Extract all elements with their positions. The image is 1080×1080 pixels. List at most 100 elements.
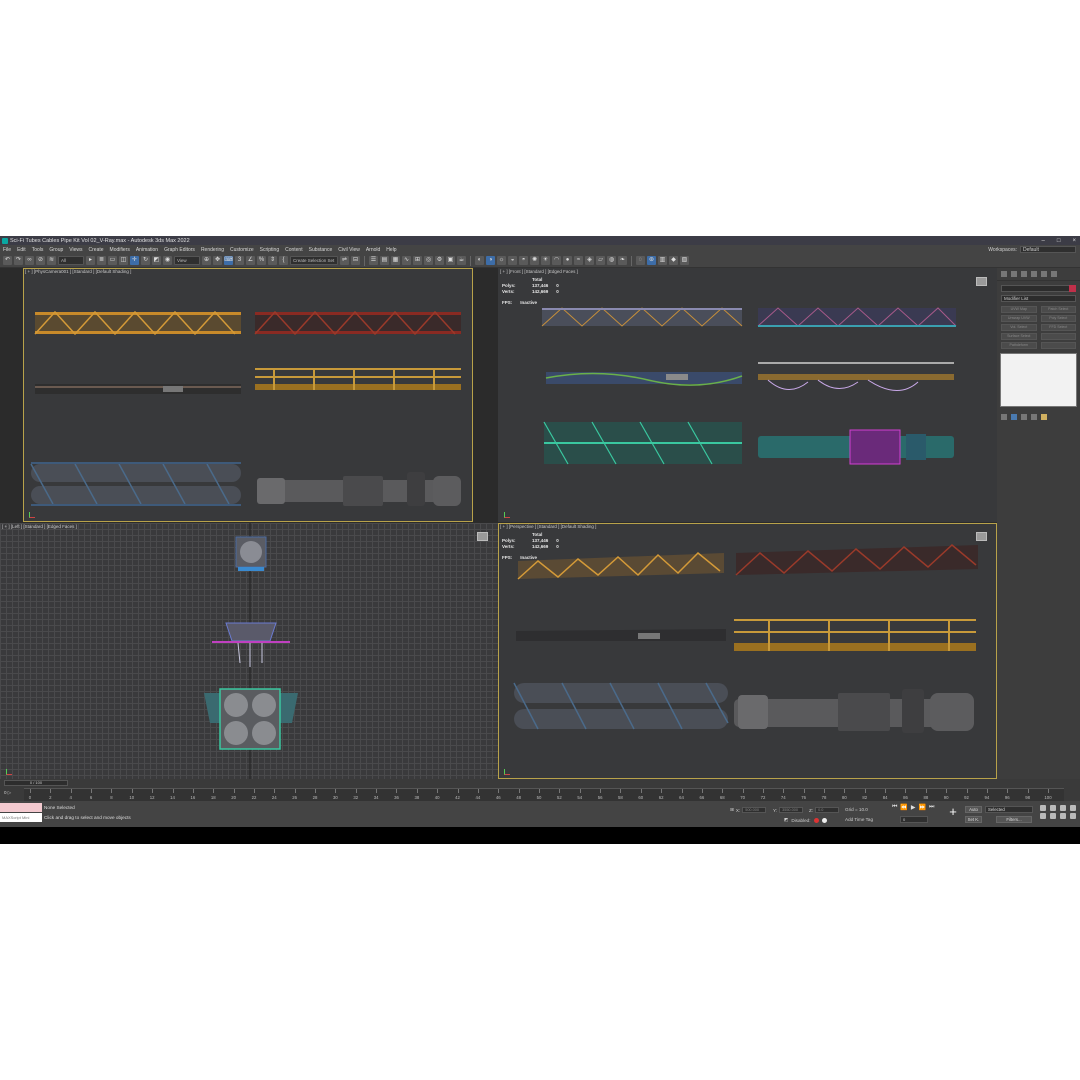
object-name-field[interactable]	[1001, 285, 1076, 292]
menu-modifiers[interactable]: Modifiers	[107, 247, 133, 253]
orbit-icon[interactable]	[1060, 813, 1066, 819]
motion-tab-icon[interactable]	[1031, 271, 1037, 277]
key-filters-button[interactable]: Filters...	[996, 816, 1032, 823]
show-end-result-icon[interactable]	[1011, 414, 1017, 420]
toggle-icon[interactable]	[821, 817, 827, 823]
select-scale-icon[interactable]: ◩	[152, 256, 161, 265]
percent-snap-icon[interactable]: %	[257, 256, 266, 265]
vray-toolbar-icon-5[interactable]: ◓	[519, 256, 528, 265]
minimize-icon[interactable]: –	[1042, 238, 1045, 244]
layer-explorer-icon[interactable]: ▤	[380, 256, 389, 265]
add-key-icon[interactable]: +	[946, 805, 960, 819]
edit-named-sets-icon[interactable]: {	[279, 256, 288, 265]
globe-icon[interactable]: ◍	[607, 256, 616, 265]
selection-filter-dropdown[interactable]: All	[58, 256, 84, 265]
menu-file[interactable]: File	[0, 247, 14, 253]
menu-scripting[interactable]: Scripting	[257, 247, 282, 253]
menu-help[interactable]: Help	[383, 247, 399, 253]
object-color-swatch[interactable]	[1069, 285, 1076, 292]
menu-substance[interactable]: Substance	[306, 247, 336, 253]
rendered-frame-icon[interactable]: ▣	[446, 256, 455, 265]
spinner-snap-icon[interactable]: ⇕	[268, 256, 277, 265]
render-setup-icon[interactable]: ⚙	[435, 256, 444, 265]
keyboard-shortcut-icon[interactable]: ⌨	[224, 256, 233, 265]
rect-selection-icon[interactable]: ▭	[108, 256, 117, 265]
modifier-list-dropdown[interactable]: Modifier List	[1001, 295, 1076, 302]
schematic-view-icon[interactable]: ⊞	[413, 256, 422, 265]
select-manipulate-icon[interactable]: ✥	[213, 256, 222, 265]
current-frame-field[interactable]: 0	[900, 816, 928, 823]
named-selection-sets-dropdown[interactable]: Create Selection Set	[290, 256, 338, 265]
plane-icon[interactable]: ▱	[596, 256, 605, 265]
curve-editor-icon[interactable]: ∿	[402, 256, 411, 265]
sphere-icon[interactable]: ●	[563, 256, 572, 265]
menu-civil-view[interactable]: Civil View	[335, 247, 363, 253]
maxscript-mini-field[interactable]: MAXScript Mini	[0, 813, 42, 822]
render-icon[interactable]: ☕	[457, 256, 466, 265]
modifier-button[interactable]: Pathdeform	[1001, 342, 1037, 349]
track-bar[interactable]: 0 2 4 6 8 10 12 14 16 18 20 22 24 26 28 30 32 34 36 38 40 42 4…	[24, 788, 1064, 801]
mirror-icon[interactable]: ⇌	[340, 256, 349, 265]
play-icon[interactable]: ▶	[911, 804, 916, 811]
close-icon[interactable]: ×	[1072, 238, 1076, 244]
select-object-icon[interactable]: ▸	[86, 256, 95, 265]
record-icon[interactable]	[813, 817, 819, 823]
arnold-render-icon[interactable]: ◌	[636, 256, 645, 265]
undo-icon[interactable]: ↶	[3, 256, 12, 265]
bind-space-warp-icon[interactable]: ≋	[47, 256, 56, 265]
select-move-icon[interactable]: ✛	[130, 256, 139, 265]
auto-key-button[interactable]: Auto	[965, 806, 982, 813]
maximize-viewport-icon[interactable]	[1070, 813, 1076, 819]
window-crossing-icon[interactable]: ◫	[119, 256, 128, 265]
menu-edit[interactable]: Edit	[14, 247, 29, 253]
proxy-icon[interactable]: ◈	[585, 256, 594, 265]
scene-explorer-icon[interactable]: ☰	[369, 256, 378, 265]
place-icon[interactable]: ◉	[163, 256, 172, 265]
zoom-extents-icon[interactable]	[1060, 805, 1066, 811]
arnold-ipr-icon[interactable]: ⊛	[647, 256, 656, 265]
remove-modifier-icon[interactable]	[1031, 414, 1037, 420]
modifier-button[interactable]	[1040, 342, 1076, 349]
menu-content[interactable]: Content	[282, 247, 306, 253]
field-of-view-icon[interactable]	[1040, 813, 1046, 819]
maximize-icon[interactable]: □	[1057, 238, 1061, 244]
leaf-icon[interactable]: ❧	[618, 256, 627, 265]
modifier-button[interactable]: Surface Select	[1001, 333, 1037, 340]
pin-stack-icon[interactable]	[1001, 414, 1007, 420]
menu-graph-editors[interactable]: Graph Editors	[161, 247, 198, 253]
next-frame-icon[interactable]: ⏩	[919, 804, 926, 811]
ribbon-icon[interactable]: ▦	[391, 256, 400, 265]
pivot-center-icon[interactable]: ⊕	[202, 256, 211, 265]
hierarchy-tab-icon[interactable]	[1021, 271, 1027, 277]
fur-icon[interactable]: ≈	[574, 256, 583, 265]
maxscript-listener[interactable]	[0, 803, 42, 812]
reference-coord-dropdown[interactable]: View	[174, 256, 200, 265]
viewport-front[interactable]: [ + ] [Front ] [Standard ] [Edged Faces …	[498, 268, 997, 522]
display-tab-icon[interactable]	[1041, 271, 1047, 277]
viewport-perspective[interactable]: [ + ] [Perspective ] [Standard ] [Defaul…	[498, 523, 997, 779]
vray-toolbar-icon-4[interactable]: ◒	[508, 256, 517, 265]
time-config-label[interactable]: 0 ▷	[4, 790, 11, 796]
modifier-button[interactable]: Vol. Select	[1001, 324, 1037, 331]
menu-views[interactable]: Views	[66, 247, 85, 253]
zoom-icon[interactable]	[1040, 805, 1046, 811]
dome-light-icon[interactable]: ◠	[552, 256, 561, 265]
modifier-button[interactable]: FFD Select	[1040, 324, 1076, 331]
align-icon[interactable]: ⊟	[351, 256, 360, 265]
modifier-button[interactable]: Poly Select	[1040, 315, 1076, 322]
modifier-button[interactable]: Patch Select	[1040, 306, 1076, 313]
modifier-button[interactable]: UVW Map	[1001, 306, 1037, 313]
modifier-button[interactable]: Unwrap UVW	[1001, 315, 1037, 322]
zoom-all-icon[interactable]	[1050, 805, 1056, 811]
select-rotate-icon[interactable]: ↻	[141, 256, 150, 265]
menu-customize[interactable]: Customize	[227, 247, 257, 253]
x-field[interactable]: 500.000	[742, 807, 767, 813]
pan-icon[interactable]	[1050, 813, 1056, 819]
create-tab-icon[interactable]	[1001, 271, 1007, 277]
menu-group[interactable]: Group	[46, 247, 66, 253]
zoom-extents-all-icon[interactable]	[1070, 805, 1076, 811]
redo-icon[interactable]: ↷	[14, 256, 23, 265]
previous-frame-icon[interactable]: ⏪	[900, 804, 907, 811]
menu-tools[interactable]: Tools	[29, 247, 47, 253]
unlink-icon[interactable]: ⊘	[36, 256, 45, 265]
